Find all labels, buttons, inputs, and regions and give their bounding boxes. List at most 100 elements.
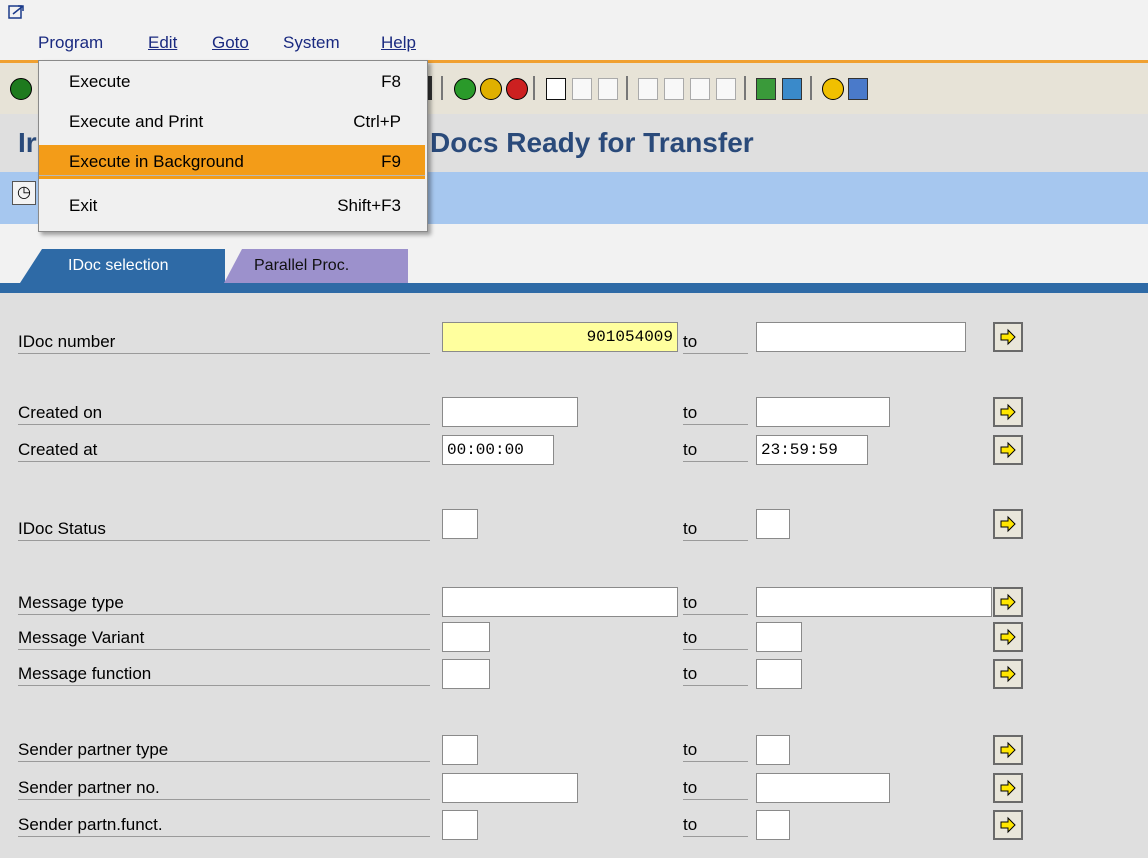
multiple-selection-button[interactable] [993,435,1023,465]
multiple-selection-arrow-icon [1000,328,1016,346]
idoc-number-to-input[interactable] [756,322,966,352]
message-variant-to-input[interactable] [756,622,802,652]
message-function-to-input[interactable] [756,659,802,689]
toolbar-separator [441,76,443,100]
multiple-selection-button[interactable] [993,735,1023,765]
toolbar-separator [810,76,812,100]
message-function-from-input[interactable] [442,659,490,689]
field-label-sender-partn-funct: Sender partn.funct. [18,810,430,837]
shortcut-icon[interactable] [782,78,802,100]
multiple-selection-button[interactable] [993,622,1023,652]
exit-icon[interactable] [480,78,502,100]
menu-goto[interactable]: Goto [212,33,249,53]
sender-partner-no-from-input[interactable] [442,773,578,803]
idoc-status-from-input[interactable] [442,509,478,539]
created-on-from-input[interactable] [442,397,578,427]
created-at-to-input[interactable]: 23:59:59 [756,435,868,465]
menu-edit[interactable]: Edit [148,33,177,53]
field-label-sender-partner-type: Sender partner type [18,735,430,762]
print-icon[interactable] [546,78,566,100]
page-title: Ir [18,127,37,159]
created-at-from-input[interactable]: 00:00:00 [442,435,554,465]
menu-item-execute-in-background[interactable]: Execute in Background F9 [39,145,425,179]
layout-icon[interactable] [848,78,868,100]
to-label: to [683,514,748,541]
menu-item-exit[interactable]: Exit Shift+F3 [39,189,425,223]
last-page-icon[interactable] [716,78,736,100]
multiple-selection-button[interactable] [993,810,1023,840]
to-label: to [683,435,748,462]
back-icon[interactable] [454,78,476,100]
field-label-idoc-number: IDoc number [18,327,430,354]
window-title-bar [0,0,1148,30]
create-session-icon[interactable] [756,78,776,100]
to-label: to [683,810,748,837]
field-label-created-on: Created on [18,398,430,425]
enter-icon[interactable] [10,78,32,100]
cancel-icon[interactable] [506,78,528,100]
message-type-from-input[interactable] [442,587,678,617]
multiple-selection-button[interactable] [993,509,1023,539]
sap-logo-icon [8,5,24,19]
menu-system[interactable]: System [283,33,340,53]
field-label-created-at: Created at [18,435,430,462]
to-label: to [683,623,748,650]
help-icon[interactable] [822,78,844,100]
multiple-selection-arrow-icon [1000,816,1016,834]
idoc-number-from-input[interactable]: 901054009 [442,322,678,352]
field-label-message-variant: Message Variant [18,623,430,650]
sender-partner-type-to-input[interactable] [756,735,790,765]
multiple-selection-arrow-icon [1000,515,1016,533]
menu-item-execute[interactable]: Execute F8 [39,65,425,99]
to-label: to [683,773,748,800]
to-label: to [683,659,748,686]
multiple-selection-button[interactable] [993,322,1023,352]
idoc-status-to-input[interactable] [756,509,790,539]
program-dropdown-menu: Execute F8 Execute and Print Ctrl+P Exec… [38,60,428,232]
page-title-right: Docs Ready for Transfer [430,127,754,158]
to-label: to [683,398,748,425]
field-label-idoc-status: IDoc Status [18,514,430,541]
menu-item-execute-and-print[interactable]: Execute and Print Ctrl+P [39,105,425,139]
to-label: to [683,327,748,354]
find-icon[interactable] [572,78,592,100]
tab-parallel-proc[interactable]: Parallel Proc. [224,249,408,283]
multiple-selection-button[interactable] [993,773,1023,803]
find-next-icon[interactable] [598,78,618,100]
message-variant-from-input[interactable] [442,622,490,652]
multiple-selection-button[interactable] [993,659,1023,689]
multiple-selection-button[interactable] [993,397,1023,427]
multiple-selection-arrow-icon [1000,628,1016,646]
to-label: to [683,735,748,762]
multiple-selection-button[interactable] [993,587,1023,617]
tab-underline [0,283,1148,293]
multiple-selection-arrow-icon [1000,441,1016,459]
toolbar-separator [744,76,746,100]
previous-page-icon[interactable] [664,78,684,100]
menu-separator [39,175,425,176]
multiple-selection-arrow-icon [1000,741,1016,759]
tab-idoc-selection[interactable]: IDoc selection [20,249,225,283]
field-label-sender-partner-no: Sender partner no. [18,773,430,800]
sender-partner-no-to-input[interactable] [756,773,890,803]
multiple-selection-arrow-icon [1000,403,1016,421]
sender-partner-type-from-input[interactable] [442,735,478,765]
menu-help[interactable]: Help [381,33,416,53]
multiple-selection-arrow-icon [1000,779,1016,797]
multiple-selection-arrow-icon [1000,665,1016,683]
sender-partn-funct-to-input[interactable] [756,810,790,840]
page-title-left: Ir [18,127,37,158]
created-on-to-input[interactable] [756,397,890,427]
menu-program[interactable]: Program [38,33,103,53]
multiple-selection-arrow-icon [1000,593,1016,611]
to-label: to [683,588,748,615]
field-label-message-type: Message type [18,588,430,615]
sender-partn-funct-from-input[interactable] [442,810,478,840]
toolbar-separator [626,76,628,100]
toolbar-separator [533,76,535,100]
message-type-to-input[interactable] [756,587,992,617]
execute-background-clock-icon[interactable]: ◷ [12,181,36,205]
next-page-icon[interactable] [690,78,710,100]
field-label-message-function: Message function [18,659,430,686]
first-page-icon[interactable] [638,78,658,100]
